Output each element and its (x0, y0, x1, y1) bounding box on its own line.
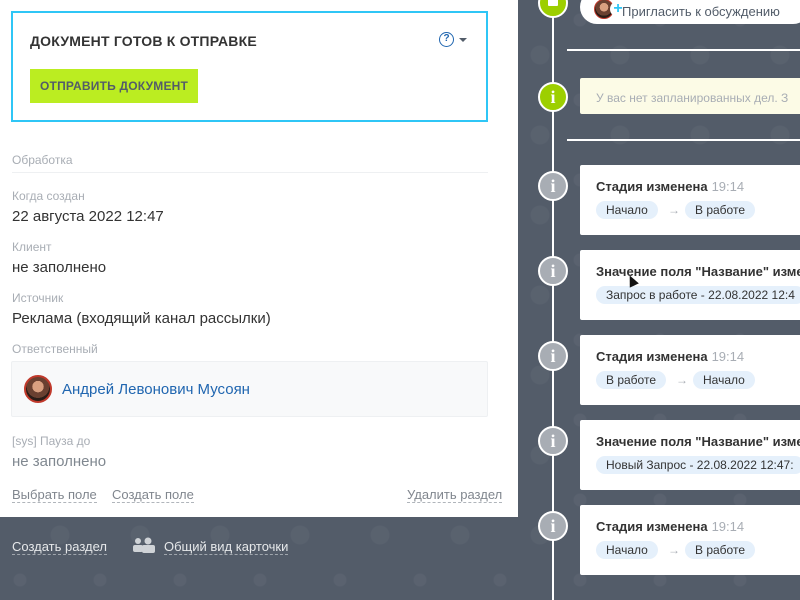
event-title: Значение поля "Название" изме (596, 434, 800, 449)
stage-from-pill: В работе (596, 371, 667, 389)
help-icon[interactable]: ? (439, 32, 454, 47)
entity-details-panel: ДОКУМЕНТ ГОТОВ К ОТПРАВКЕ ? ОТПРАВИТЬ ДО… (0, 0, 518, 517)
timeline-event-card: Значение поля "Название" изме Запрос в р… (580, 250, 800, 320)
card-common-view-link[interactable]: Общий вид карточки (164, 539, 289, 555)
stage-from-pill: Начало (596, 541, 658, 559)
event-title-text: Стадия изменена (596, 519, 708, 534)
todo-card: У вас нет запланированных дел. З (580, 78, 800, 114)
created-value: 22 августа 2022 12:47 (12, 208, 164, 225)
info-icon: i (538, 426, 568, 456)
field-value-pill: Новый Запрос - 22.08.2022 12:47: (596, 456, 800, 474)
document-ready-title: ДОКУМЕНТ ГОТОВ К ОТПРАВКЕ (30, 33, 257, 49)
timeline-divider (567, 49, 800, 51)
invite-text[interactable]: Пригласить к обсуждению (622, 4, 780, 19)
select-field-link[interactable]: Выбрать поле (12, 487, 97, 503)
section-divider (12, 172, 488, 173)
stage-to-pill: Начало (693, 371, 755, 389)
arrow-right-icon: → (668, 543, 680, 557)
send-document-button[interactable]: ОТПРАВИТЬ ДОКУМЕНТ (30, 69, 199, 103)
section-title[interactable]: Обработка (12, 153, 73, 167)
create-section-link[interactable]: Создать раздел (12, 539, 107, 555)
info-icon: i (538, 511, 568, 541)
field-value-pill: Запрос в работе - 22.08.2022 12:4 (596, 286, 800, 304)
client-value[interactable]: не заполнено (12, 259, 106, 276)
create-field-link[interactable]: Создать поле (112, 487, 194, 503)
info-icon: i (538, 256, 568, 286)
stage-to-pill: В работе (685, 201, 756, 219)
delete-section-link[interactable]: Удалить раздел (407, 487, 503, 503)
client-label: Клиент (12, 240, 52, 254)
todo-empty-text: У вас нет запланированных дел. З (596, 91, 789, 105)
timeline-divider (567, 139, 800, 141)
event-title-text: Стадия изменена (596, 349, 708, 364)
source-value[interactable]: Реклама (входящий канал рассылки) (12, 310, 271, 327)
event-time: 19:14 (711, 519, 745, 534)
stage-to-pill: В работе (685, 541, 756, 559)
timeline-event-card: Стадия изменена 19:14 В работе → Начало (580, 335, 800, 405)
info-icon: i (538, 341, 568, 371)
created-label: Когда создан (12, 189, 85, 203)
event-title: Стадия изменена 19:14 (596, 179, 744, 194)
responsible-label: Ответственный (12, 342, 98, 356)
timeline-event-card: Значение поля "Название" изме Новый Запр… (580, 420, 800, 490)
invite-card[interactable]: + Пригласить к обсуждению (580, 0, 800, 24)
arrow-right-icon: → (676, 373, 688, 387)
source-label: Источник (12, 291, 64, 305)
pause-label: [sys] Пауза до (12, 434, 91, 448)
avatar[interactable] (24, 375, 52, 403)
arrow-right-icon: → (668, 203, 680, 217)
responsible-box[interactable]: Андрей Левонович Мусоян (11, 361, 488, 417)
info-icon: i (538, 171, 568, 201)
stage-from-pill: Начало (596, 201, 658, 219)
timeline-event-card: Стадия изменена 19:14 Начало → В работе (580, 505, 800, 575)
event-title-text: Стадия изменена (596, 179, 708, 194)
responsible-name-link[interactable]: Андрей Левонович Мусоян (62, 381, 250, 398)
event-time: 19:14 (711, 349, 745, 364)
people-icon (133, 537, 155, 553)
document-ready-box: ДОКУМЕНТ ГОТОВ К ОТПРАВКЕ ? ОТПРАВИТЬ ДО… (11, 11, 488, 122)
pause-value[interactable]: не заполнено (12, 453, 106, 470)
info-icon: i (538, 82, 568, 112)
event-time: 19:14 (711, 179, 745, 194)
event-title: Стадия изменена 19:14 (596, 519, 744, 534)
event-title: Стадия изменена 19:14 (596, 349, 744, 364)
timeline-event-card: Стадия изменена 19:14 Начало → В работе (580, 165, 800, 235)
chevron-down-icon[interactable] (459, 38, 467, 42)
